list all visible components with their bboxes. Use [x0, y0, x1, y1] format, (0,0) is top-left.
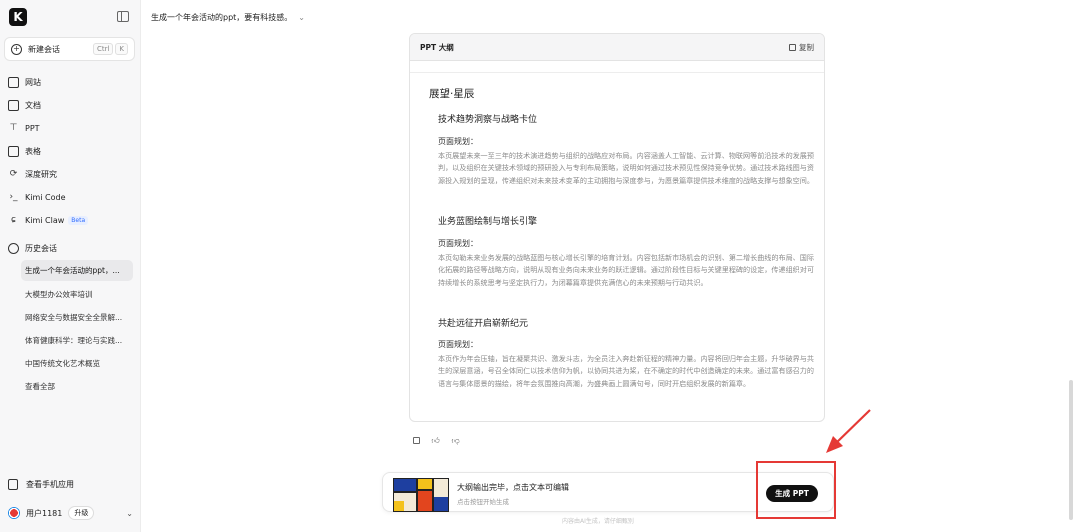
copy-icon[interactable]: [413, 437, 420, 444]
conversation-title-text: 生成一个年会活动的ppt，要有科技感。: [151, 13, 293, 22]
sidebar-item-label: PPT: [25, 123, 40, 133]
thumbs-up-icon[interactable]: 👍︎: [431, 436, 440, 445]
plan-label[interactable]: 页面规划：: [438, 238, 478, 249]
ppt-preview-thumbnail: [393, 478, 449, 512]
mobile-app-link[interactable]: 查看手机应用: [8, 479, 74, 490]
sidebar-item-document[interactable]: 文档: [8, 97, 41, 113]
sidebar-item-label: 文档: [25, 100, 41, 110]
plan-label[interactable]: 页面规划：: [438, 339, 478, 350]
section-title[interactable]: 技术趋势洞察与战略卡位: [438, 112, 537, 125]
ppt-icon: ⊤: [9, 122, 18, 133]
sidebar-item-deep-research[interactable]: ⟳ 深度研究: [8, 166, 57, 182]
sidebar-item-website[interactable]: 网站: [8, 74, 41, 90]
shortcut-key: Ctrl: [92, 43, 114, 55]
deep-research-icon: ⟳: [9, 168, 18, 179]
outline-doc-title[interactable]: 展望·星辰: [429, 86, 474, 101]
sidebar-item-kimi-claw[interactable]: ɕ Kimi Claw Beta: [8, 212, 89, 228]
phone-icon: [8, 479, 18, 490]
sidebar-collapse-icon[interactable]: [117, 11, 129, 22]
copy-button[interactable]: 复制: [789, 42, 814, 53]
view-all-link[interactable]: 查看全部: [21, 376, 133, 397]
sidebar-item-label: 网站: [25, 77, 41, 87]
divider: [410, 72, 824, 73]
conversation-title[interactable]: 生成一个年会活动的ppt，要有科技感。 ⌄: [151, 12, 305, 23]
history-item[interactable]: 生成一个年会活动的ppt，...: [21, 260, 133, 281]
new-chat-label: 新建会话: [28, 44, 60, 54]
sidebar: K + 新建会话 Ctrl K 网站 文档 ⊤ PPT 表格 ⟳ 深度研究 ›_…: [0, 0, 141, 532]
sidebar-item-history[interactable]: 历史会话: [8, 240, 57, 256]
sidebar-item-kimi-code[interactable]: ›_ Kimi Code: [8, 189, 66, 205]
new-chat-button[interactable]: + 新建会话 Ctrl K: [4, 37, 135, 61]
history-item[interactable]: 中国传统文化艺术概览: [21, 353, 133, 374]
user-menu[interactable]: 用户1181 升级 ⌄: [8, 506, 133, 520]
plan-text[interactable]: 本页作为年会压轴，旨在凝聚共识、激发斗志，为全员注入奔赴新征程的精神力量。内容将…: [438, 353, 814, 390]
sidebar-item-label: Kimi Code: [25, 192, 66, 202]
new-chat-icon: +: [11, 43, 22, 55]
ai-disclaimer: 内容由AI生成，请仔细甄别: [562, 518, 634, 525]
plan-text[interactable]: 本页展望未来一至三年的技术演进趋势与组织的战略应对布局。内容涵盖人工智能、云计算…: [438, 150, 814, 187]
section-title[interactable]: 业务蓝图绘制与增长引擎: [438, 214, 537, 227]
plan-label[interactable]: 页面规划：: [438, 136, 478, 147]
banner-subtitle: 点击按钮开始生成: [457, 498, 509, 506]
copy-icon: [789, 43, 796, 51]
sidebar-item-table[interactable]: 表格: [8, 143, 41, 159]
website-icon: [8, 76, 19, 88]
kimi-logo[interactable]: K: [9, 8, 27, 26]
beta-badge: Beta: [68, 215, 89, 225]
avatar: [8, 507, 20, 519]
banner-title: 大纲输出完毕，点击文本可编辑: [457, 483, 569, 492]
mobile-app-label: 查看手机应用: [26, 480, 74, 489]
shortcut-hint: Ctrl K: [92, 43, 128, 55]
history-item[interactable]: 体育健康科学：理论与实践...: [21, 330, 133, 351]
plan-text[interactable]: 本页勾勒未来业务发展的战略蓝图与核心增长引擎的培育计划。内容包括新市场机会的识别…: [438, 252, 814, 289]
code-icon: ›_: [9, 191, 18, 202]
upgrade-button[interactable]: 升级: [68, 506, 95, 520]
clock-icon: [8, 242, 19, 254]
annotation-highlight-box: [756, 461, 836, 519]
sidebar-item-label: Kimi Claw: [25, 215, 65, 225]
shortcut-key: K: [115, 43, 128, 55]
ppt-outline-card: PPT 大纲 复制 展望·星辰 技术趋势洞察与战略卡位 页面规划： 本页展望未来…: [409, 33, 825, 422]
sidebar-item-label: 深度研究: [25, 169, 57, 179]
sidebar-item-label: 历史会话: [25, 243, 57, 253]
sidebar-item-label: 表格: [25, 146, 41, 156]
message-actions: 👍︎ 👎︎: [413, 436, 460, 445]
thumbs-down-icon[interactable]: 👎︎: [451, 436, 460, 445]
outline-card-title: PPT 大纲: [420, 42, 454, 52]
claw-icon: ɕ: [11, 214, 16, 225]
chevron-down-icon[interactable]: ⌄: [298, 13, 305, 22]
outline-header: PPT 大纲 复制: [410, 34, 824, 61]
document-icon: [8, 99, 19, 111]
scrollbar[interactable]: [1069, 380, 1073, 520]
sidebar-item-ppt[interactable]: ⊤ PPT: [8, 120, 40, 136]
chevron-down-icon[interactable]: ⌄: [126, 509, 133, 518]
history-item[interactable]: 网络安全与数据安全全景解...: [21, 307, 133, 328]
user-name: 用户1181: [26, 508, 63, 518]
history-item[interactable]: 大模型办公效率培训: [21, 284, 133, 305]
section-title[interactable]: 共赴远征开启崭新纪元: [438, 316, 528, 329]
table-icon: [8, 145, 19, 157]
copy-label: 复制: [799, 42, 814, 52]
